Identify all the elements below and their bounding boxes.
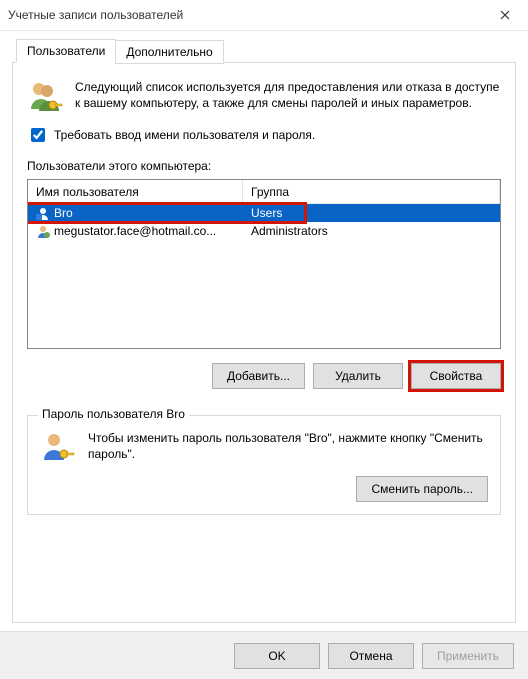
row-group: Administrators [243,224,500,238]
table-row[interactable]: Bro Users [28,204,500,222]
require-login-row[interactable]: Требовать ввод имени пользователя и паро… [27,125,501,145]
table-row[interactable]: megustator.face@hotmail.co... Administra… [28,222,500,240]
remove-button[interactable]: Удалить [313,363,403,389]
password-help-text: Чтобы изменить пароль пользователя "Bro"… [88,430,488,466]
column-header-group[interactable]: Группа [243,180,500,203]
tab-users[interactable]: Пользователи [16,39,116,63]
require-login-checkbox[interactable] [31,128,45,142]
row-name: megustator.face@hotmail.co... [54,224,216,238]
user-icon [36,206,50,220]
user-icon [36,224,50,238]
tab-advanced[interactable]: Дополнительно [115,40,223,64]
close-icon [500,10,510,20]
users-list-label: Пользователи этого компьютера: [27,159,501,173]
users-listview[interactable]: Имя пользователя Группа Bro Users megus [27,179,501,349]
add-button[interactable]: Добавить... [212,363,305,389]
require-login-label: Требовать ввод имени пользователя и паро… [54,128,315,142]
intro-text: Следующий список используется для предос… [75,79,501,115]
window-titlebar: Учетные записи пользователей [0,0,528,31]
password-groupbox: Пароль пользователя Bro Чтобы изменить п… [27,415,501,515]
tabstrip: Пользователи Дополнительно [12,39,516,63]
row-group: Users [243,206,500,220]
window-close-button[interactable] [482,0,528,30]
window-title: Учетные записи пользователей [8,8,482,22]
row-name: Bro [54,206,73,220]
column-header-name[interactable]: Имя пользователя [28,180,243,203]
change-password-button[interactable]: Сменить пароль... [356,476,488,502]
properties-button[interactable]: Свойства [411,363,501,389]
tab-panel-users: Следующий список используется для предос… [12,62,516,623]
users-keys-icon [27,79,63,115]
password-group-legend: Пароль пользователя Bro [38,407,189,421]
listview-header: Имя пользователя Группа [28,180,500,204]
user-buttons-row: Добавить... Удалить Свойства [27,363,501,389]
user-key-icon [40,430,76,466]
dialog-footer: OK Отмена Применить [0,631,528,679]
